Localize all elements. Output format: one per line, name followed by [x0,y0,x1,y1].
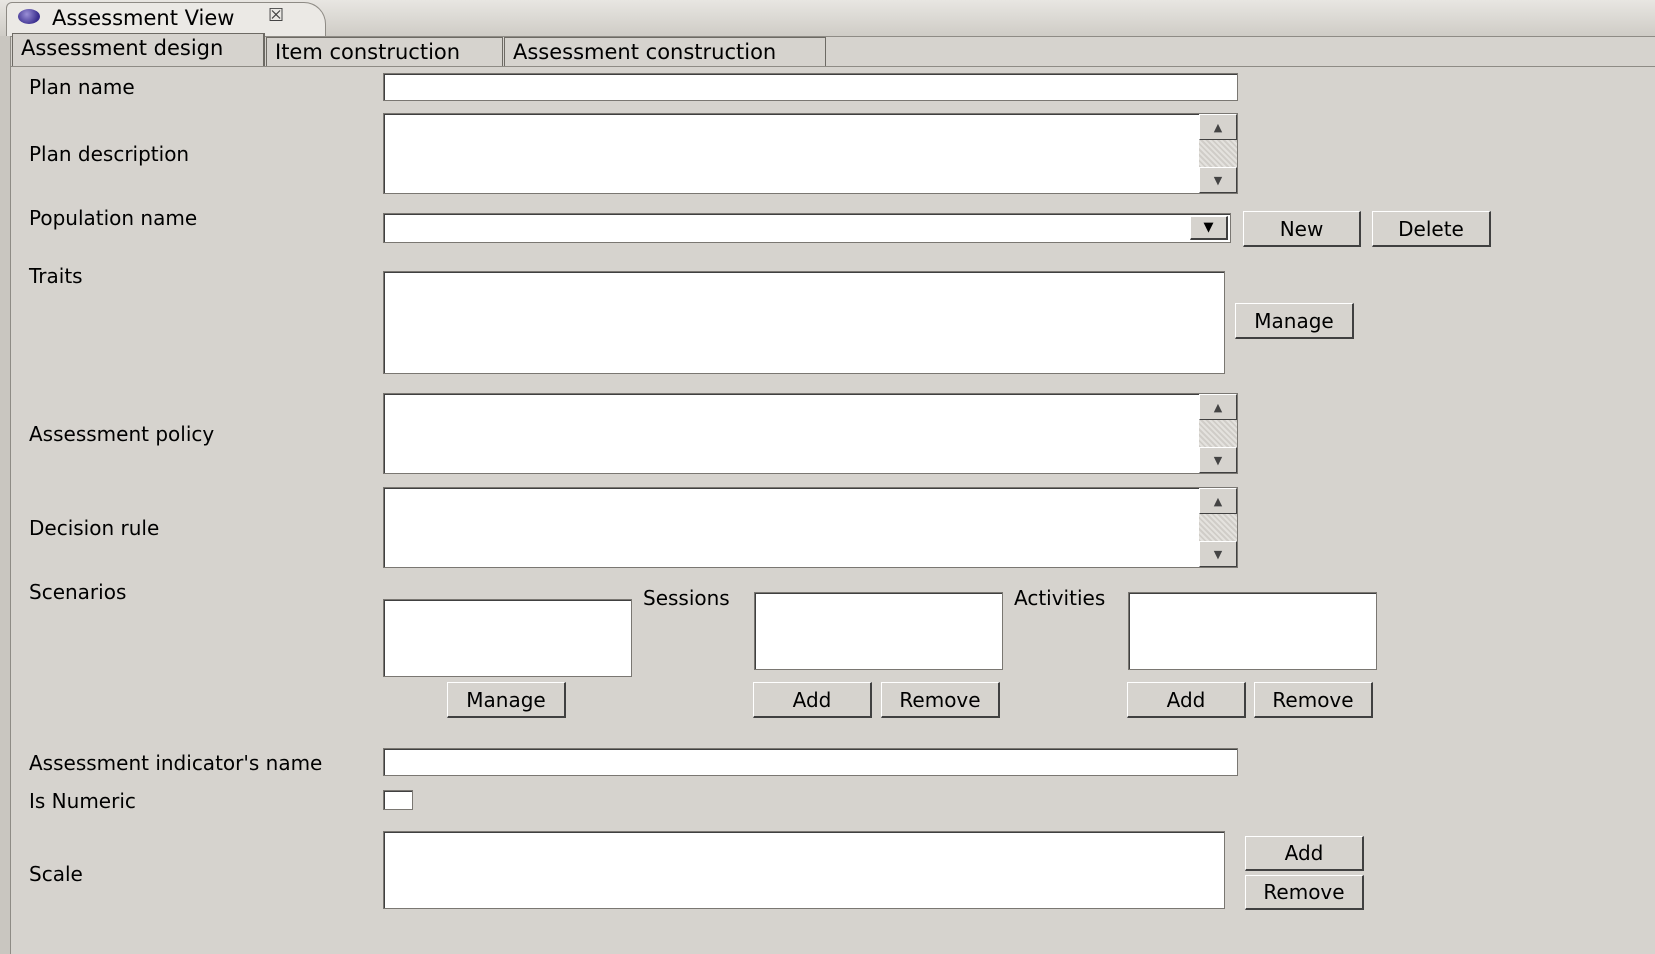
sessions-list[interactable] [754,592,1003,670]
view-icon [18,9,40,24]
activities-list[interactable] [1128,592,1377,670]
scroll-up-icon[interactable]: ▲ [1199,114,1237,140]
scroll-down-icon[interactable]: ▼ [1199,167,1237,193]
indicator-name-input[interactable] [383,748,1238,776]
indicator-name-label: Assessment indicator's name [29,751,323,775]
decision-rule-label: Decision rule [29,516,160,540]
scale-remove-button[interactable]: Remove [1245,875,1364,910]
population-name-label: Population name [29,206,198,230]
activities-label: Activities [1014,586,1106,610]
sessions-add-button[interactable]: Add [753,682,872,718]
new-population-button[interactable]: New [1243,211,1361,247]
scale-label: Scale [29,862,83,886]
close-icon[interactable]: ☒ [268,5,284,26]
activities-add-button[interactable]: Add [1127,682,1246,718]
sessions-label: Sessions [643,586,730,610]
chevron-down-icon[interactable]: ▼ [1190,216,1228,240]
traits-list[interactable] [383,271,1225,374]
is-numeric-label: Is Numeric [29,789,136,813]
scenarios-list[interactable] [383,599,632,677]
scenarios-label: Scenarios [29,580,127,604]
scroll-up-icon[interactable]: ▲ [1199,488,1237,514]
frame-edge [0,36,11,954]
plan-description-textarea[interactable]: ▲ ▼ [383,113,1238,194]
population-name-combo[interactable]: ▼ [383,213,1231,243]
view-title: Assessment View [52,6,235,30]
plan-name-input[interactable] [383,73,1238,101]
assessment-policy-label: Assessment policy [29,422,215,446]
tab-divider [10,66,1655,67]
activities-remove-button[interactable]: Remove [1254,682,1373,718]
is-numeric-checkbox[interactable] [383,790,413,810]
scale-list[interactable] [383,831,1225,909]
tab-assessment-construction[interactable]: Assessment construction [504,37,826,66]
scenarios-manage-button[interactable]: Manage [447,682,566,718]
traits-manage-button[interactable]: Manage [1235,303,1354,339]
scroll-down-icon[interactable]: ▼ [1199,447,1237,473]
plan-name-label: Plan name [29,75,135,99]
tab-item-construction[interactable]: Item construction [266,37,503,66]
delete-population-button[interactable]: Delete [1372,211,1491,247]
plan-description-label: Plan description [29,142,190,166]
assessment-policy-textarea[interactable]: ▲ ▼ [383,393,1238,474]
scroll-down-icon[interactable]: ▼ [1199,541,1237,567]
scale-add-button[interactable]: Add [1245,836,1364,871]
decision-rule-textarea[interactable]: ▲ ▼ [383,487,1238,568]
sessions-remove-button[interactable]: Remove [881,682,1000,718]
tab-assessment-design[interactable]: Assessment design [12,33,265,67]
traits-label: Traits [29,264,83,288]
scroll-up-icon[interactable]: ▲ [1199,394,1237,420]
